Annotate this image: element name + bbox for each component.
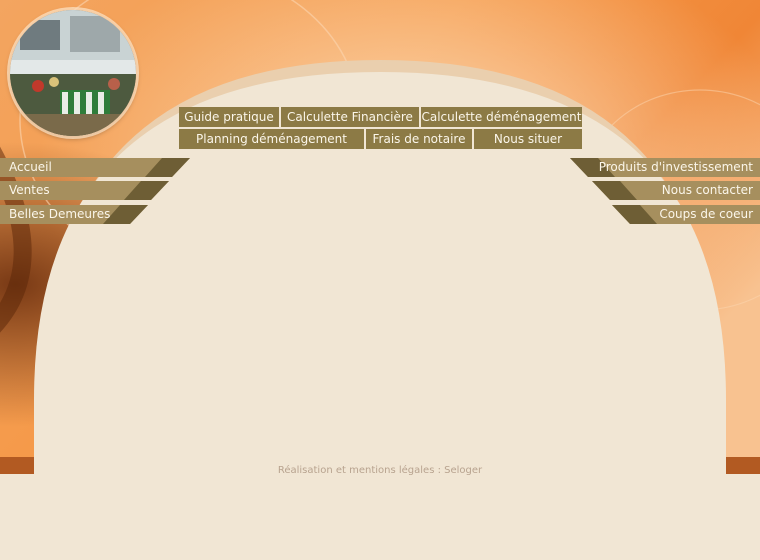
page: Guide pratique Calculette Financière Cal… (0, 0, 760, 560)
nav-belles-demeures-label: Belles Demeures (9, 207, 111, 221)
planning-demenagement-button[interactable]: Planning déménagement (179, 129, 364, 149)
nav-belles-demeures[interactable]: Belles Demeures (0, 205, 148, 224)
top-nav-row-1: Guide pratique Calculette Financière Cal… (179, 107, 582, 127)
nav-ventes-label: Ventes (9, 183, 50, 197)
market-photo-image (10, 10, 136, 136)
nav-produits-investissement[interactable]: Produits d'investissement (570, 158, 760, 177)
nav-produits-investissement-label: Produits d'investissement (598, 160, 753, 174)
guide-pratique-button[interactable]: Guide pratique (179, 107, 279, 127)
nous-situer-button[interactable]: Nous situer (474, 129, 582, 149)
nav-nous-contacter[interactable]: Nous contacter (592, 181, 760, 200)
market-photo-logo[interactable] (10, 10, 136, 136)
nav-accueil-label: Accueil (9, 160, 52, 174)
frais-de-notaire-button[interactable]: Frais de notaire (366, 129, 472, 149)
nav-ventes[interactable]: Ventes (0, 181, 169, 200)
footer-legal-link[interactable]: Réalisation et mentions légales : Seloge… (0, 465, 760, 476)
nav-nous-contacter-label: Nous contacter (661, 183, 753, 197)
calculette-demenagement-button[interactable]: Calculette déménagement (421, 107, 582, 127)
top-nav-row-2: Planning déménagement Frais de notaire N… (179, 129, 582, 149)
nav-accueil[interactable]: Accueil (0, 158, 190, 177)
nav-coups-de-coeur-label: Coups de coeur (659, 207, 753, 221)
calculette-financiere-button[interactable]: Calculette Financière (281, 107, 419, 127)
nav-coups-de-coeur[interactable]: Coups de coeur (612, 205, 760, 224)
